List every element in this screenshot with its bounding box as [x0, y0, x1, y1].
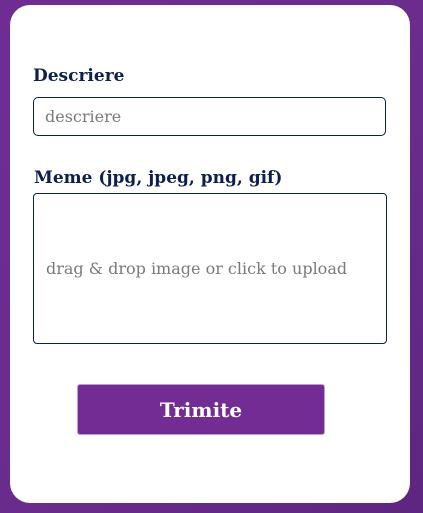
- description-label: Descriere: [33, 66, 125, 86]
- image-dropzone[interactable]: drag & drop image or click to upload: [33, 193, 387, 344]
- upload-form-card: Descriere Meme (jpg, jpeg, png, gif) dra…: [10, 5, 410, 503]
- description-input[interactable]: [33, 97, 386, 136]
- meme-label: Meme (jpg, jpeg, png, gif): [34, 168, 283, 188]
- dropzone-text: drag & drop image or click to upload: [46, 259, 348, 278]
- submit-button[interactable]: Trimite: [77, 384, 325, 435]
